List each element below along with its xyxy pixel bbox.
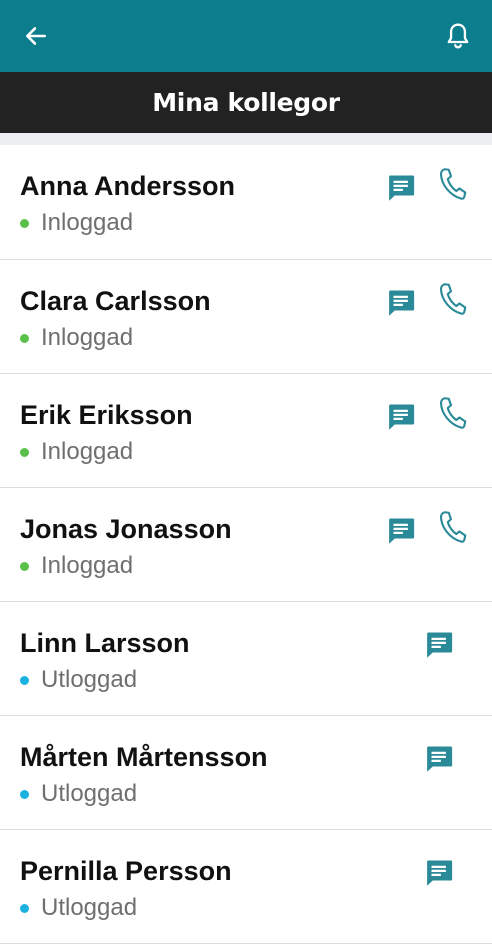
list-top-spacer <box>0 133 492 145</box>
colleague-name: Linn Larsson <box>20 628 190 658</box>
chat-bubble-icon <box>389 518 415 544</box>
status-label: Inloggad <box>41 438 134 465</box>
chat-button[interactable] <box>422 856 456 890</box>
presence-status: Inloggad <box>20 209 133 237</box>
presence-status: Utloggad <box>20 666 137 694</box>
status-dot-icon <box>20 675 29 685</box>
status-label: Utloggad <box>41 780 138 807</box>
colleague-row[interactable]: Pernilla Persson Utloggad <box>0 830 492 944</box>
colleague-name: Anna Andersson <box>20 171 236 201</box>
status-dot-icon <box>20 218 29 228</box>
call-button[interactable] <box>434 165 470 203</box>
chat-bubble-icon <box>389 175 415 201</box>
status-label: Inloggad <box>41 324 134 351</box>
colleague-row[interactable]: Mårten Mårtensson Utloggad <box>0 716 492 830</box>
colleague-name: Clara Carlsson <box>20 286 211 316</box>
app-screen: Mina kollegor Anna Andersson Inloggad Cl… <box>0 0 492 950</box>
colleague-name: Jonas Jonasson <box>20 514 232 544</box>
status-label: Utloggad <box>41 666 138 693</box>
chat-button[interactable] <box>422 628 456 662</box>
chat-bubble-icon <box>427 746 453 772</box>
call-button[interactable] <box>434 394 470 432</box>
status-dot-icon <box>20 561 29 571</box>
presence-status: Inloggad <box>20 438 133 466</box>
chat-bubble-icon <box>389 404 415 430</box>
colleague-name: Pernilla Persson <box>20 856 232 886</box>
status-dot-icon <box>20 789 29 799</box>
presence-status: Utloggad <box>20 894 137 922</box>
call-button[interactable] <box>434 280 470 318</box>
colleague-row[interactable]: Clara Carlsson Inloggad <box>0 260 492 374</box>
chat-button[interactable] <box>422 742 456 776</box>
colleague-row[interactable]: Jonas Jonasson Inloggad <box>0 488 492 602</box>
chat-button[interactable] <box>384 400 418 434</box>
colleague-row[interactable]: Erik Eriksson Inloggad <box>0 374 492 488</box>
presence-status: Utloggad <box>20 780 137 808</box>
colleague-row[interactable]: Linn Larsson Utloggad <box>0 602 492 716</box>
top-app-bar <box>0 0 492 72</box>
status-dot-icon <box>20 333 29 343</box>
bell-icon <box>447 23 469 49</box>
chat-button[interactable] <box>384 286 418 320</box>
back-button[interactable] <box>14 14 58 58</box>
status-label: Inloggad <box>41 552 134 579</box>
status-label: Inloggad <box>41 209 134 236</box>
status-dot-icon <box>20 447 29 457</box>
status-dot-icon <box>20 903 29 913</box>
chat-button[interactable] <box>384 171 418 205</box>
presence-status: Inloggad <box>20 324 133 352</box>
status-label: Utloggad <box>41 894 138 921</box>
chat-bubble-icon <box>427 860 453 886</box>
colleague-list: Anna Andersson Inloggad Clara Carlsson I… <box>0 145 492 944</box>
phone-icon <box>439 168 467 200</box>
page-title: Mina kollegor <box>152 88 340 117</box>
colleague-name: Mårten Mårtensson <box>20 742 268 772</box>
chat-bubble-icon <box>389 290 415 316</box>
colleague-row[interactable]: Anna Andersson Inloggad <box>0 145 492 260</box>
phone-icon <box>439 283 467 315</box>
notifications-button[interactable] <box>436 14 480 58</box>
phone-icon <box>439 397 467 429</box>
colleague-name: Erik Eriksson <box>20 400 193 430</box>
arrow-left-icon <box>26 27 46 45</box>
presence-status: Inloggad <box>20 552 133 580</box>
chat-button[interactable] <box>384 514 418 548</box>
call-button[interactable] <box>434 508 470 546</box>
chat-bubble-icon <box>427 632 453 658</box>
page-header: Mina kollegor <box>0 72 492 133</box>
phone-icon <box>439 511 467 543</box>
